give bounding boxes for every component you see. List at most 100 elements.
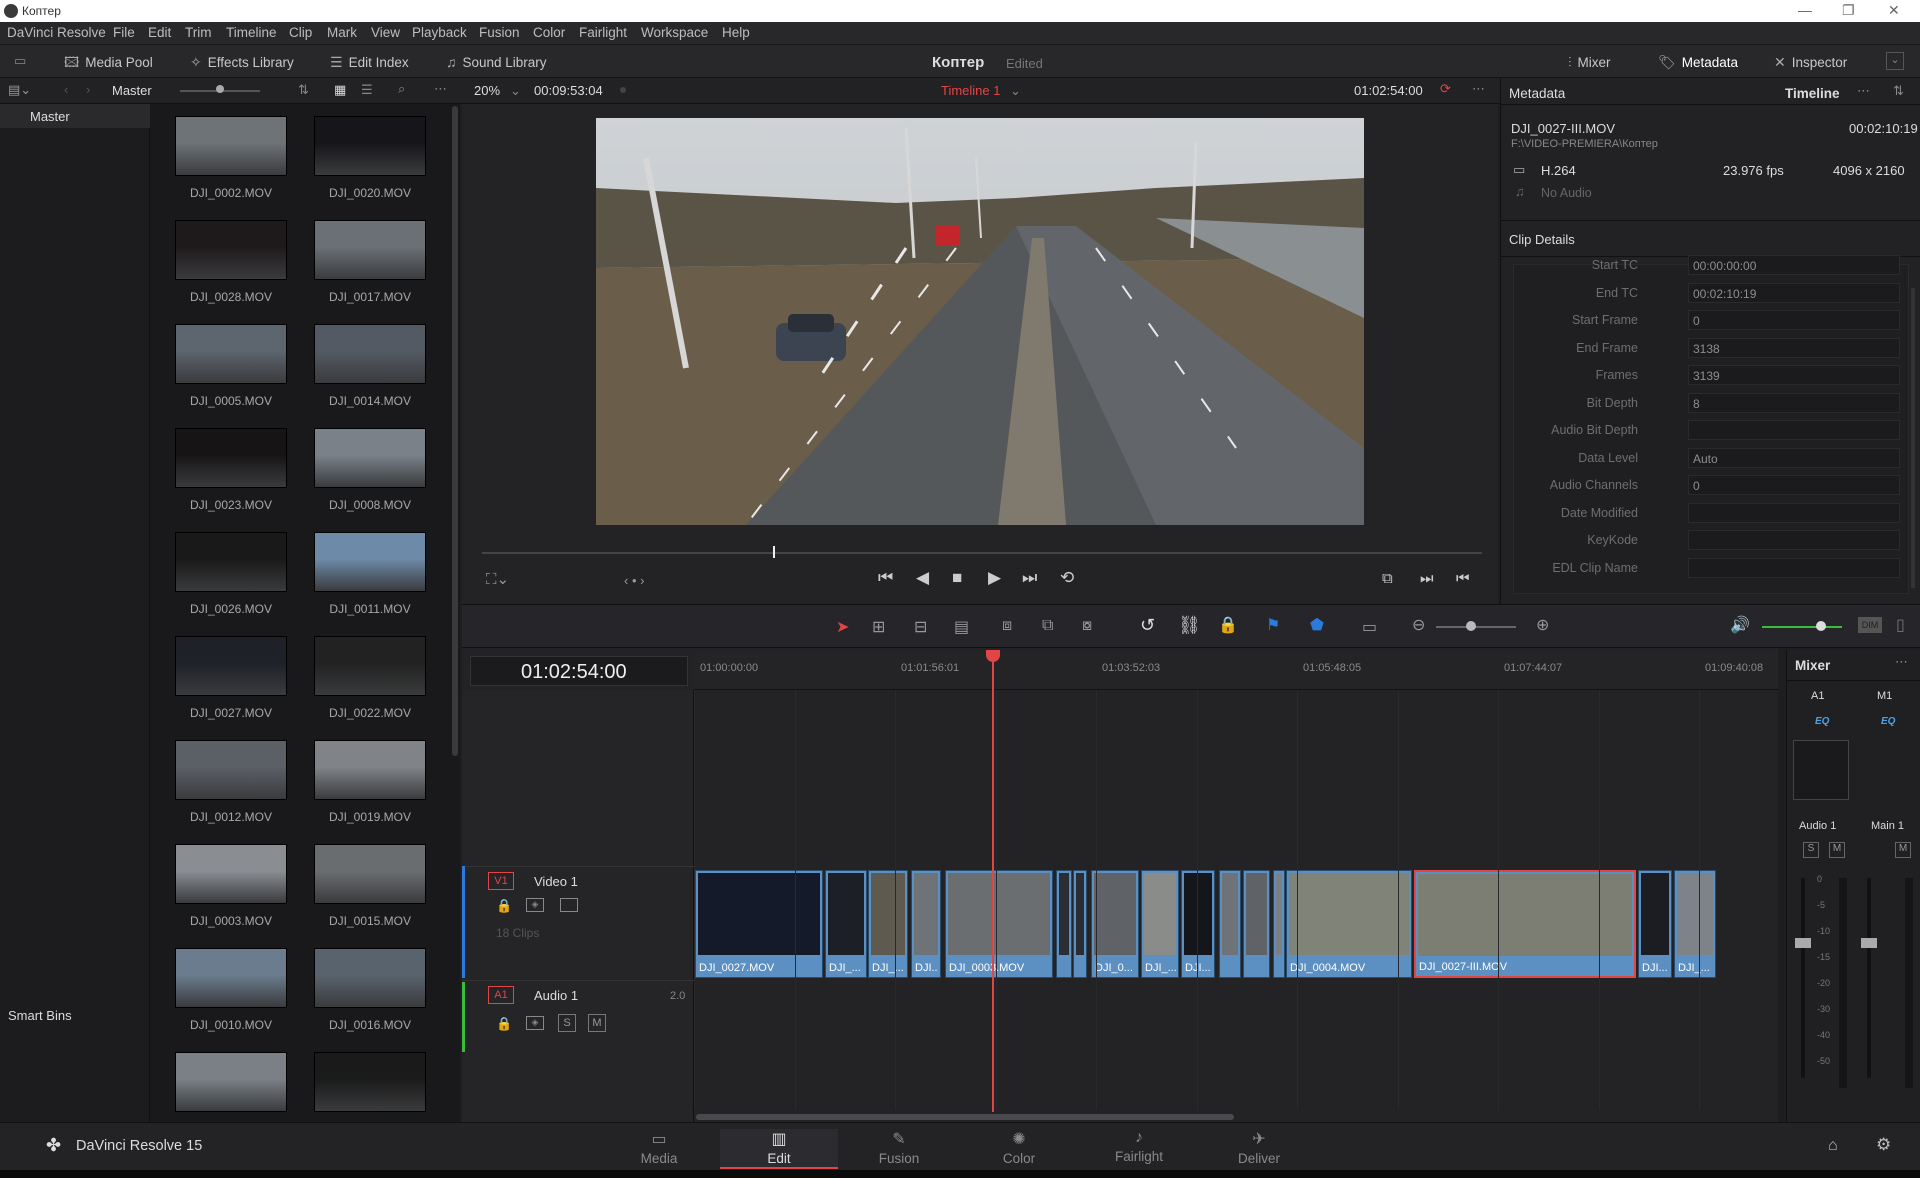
inspector-button[interactable]: ✕ Inspector bbox=[1774, 51, 1847, 73]
metadata-field-value[interactable]: 00:00:00:00 bbox=[1688, 255, 1900, 275]
timeline-clip[interactable]: DJI_... bbox=[825, 870, 867, 978]
timeline-selector[interactable]: Timeline 1 bbox=[941, 83, 1000, 98]
metadata-field-value[interactable]: 0 bbox=[1688, 310, 1900, 330]
effects-library-button[interactable]: ✧ Effects Library bbox=[190, 51, 294, 73]
timeline-clip[interactable]: DJI_... bbox=[1674, 870, 1716, 978]
mute-button[interactable]: M bbox=[588, 1014, 606, 1032]
timeline-clip[interactable]: DJI... bbox=[1638, 870, 1672, 978]
menu-view[interactable]: View bbox=[371, 25, 400, 40]
playhead-line[interactable] bbox=[992, 652, 994, 1112]
metadata-scrollbar[interactable] bbox=[1911, 288, 1915, 588]
track-visibility-icon[interactable] bbox=[560, 898, 578, 912]
timeline-clip[interactable] bbox=[1056, 870, 1072, 978]
clip-thumbnail[interactable] bbox=[175, 1052, 287, 1112]
menu-fairlight[interactable]: Fairlight bbox=[579, 25, 627, 40]
position-lock-icon[interactable]: 🔒 bbox=[1218, 615, 1238, 635]
pan-control[interactable] bbox=[1793, 740, 1849, 800]
metadata-field-value[interactable] bbox=[1688, 420, 1900, 440]
track-lock-icon[interactable]: 🔒 bbox=[496, 898, 512, 914]
panel-layout-icon[interactable]: ▤⌄ bbox=[8, 82, 31, 98]
dim-button[interactable]: DIM bbox=[1858, 617, 1882, 633]
clip-thumbnail[interactable] bbox=[314, 428, 426, 488]
next-edit-icon[interactable]: ⏭ bbox=[1420, 570, 1434, 587]
media-pool-scrollbar[interactable] bbox=[452, 106, 458, 756]
zoom-level[interactable]: 20% bbox=[474, 83, 500, 98]
prev-edit-icon[interactable]: ⏮ bbox=[1456, 570, 1470, 587]
jump-end-icon[interactable]: ⏭ bbox=[1022, 568, 1037, 588]
clip-thumbnail[interactable] bbox=[314, 220, 426, 280]
menu-help[interactable]: Help bbox=[722, 25, 750, 40]
clip-thumbnail[interactable] bbox=[314, 116, 426, 176]
auto-select-icon[interactable]: ◈ bbox=[526, 898, 544, 912]
timeline-clip[interactable] bbox=[1243, 870, 1270, 978]
menu-file[interactable]: File bbox=[113, 25, 135, 40]
edit-index-button[interactable]: ☰ Edit Index bbox=[330, 51, 409, 73]
clip-thumbnail[interactable] bbox=[314, 324, 426, 384]
timeline-scrollbar[interactable] bbox=[696, 1114, 1234, 1120]
metadata-field-value[interactable] bbox=[1688, 530, 1900, 550]
audio-auto-select-icon[interactable]: ◈ bbox=[526, 1016, 544, 1030]
eq-button-2[interactable]: EQ bbox=[1881, 716, 1895, 727]
clip-thumbnail[interactable] bbox=[175, 636, 287, 696]
meter-icon[interactable]: ▯ bbox=[1896, 615, 1905, 635]
jog-control-icon[interactable]: ‹ • › bbox=[624, 573, 644, 588]
timeline-ruler[interactable] bbox=[694, 650, 1778, 690]
snapping-icon[interactable]: ↺ bbox=[1140, 615, 1155, 636]
master-volume-handle[interactable] bbox=[1816, 621, 1826, 631]
menu-workspace[interactable]: Workspace bbox=[641, 25, 708, 40]
fader-1[interactable] bbox=[1795, 938, 1811, 948]
page-media[interactable]: ▭ Media bbox=[600, 1129, 718, 1169]
clip-thumbnail[interactable] bbox=[175, 740, 287, 800]
clip-thumbnail[interactable] bbox=[175, 948, 287, 1008]
timeline-clip[interactable]: DJI_0... bbox=[1091, 870, 1139, 978]
timeline-clip[interactable] bbox=[1219, 870, 1241, 978]
metadata-field-value[interactable]: 00:02:10:19 bbox=[1688, 282, 1900, 303]
sound-library-button[interactable]: ♫ Sound Library bbox=[446, 51, 547, 73]
insert-clip-icon[interactable]: ⧈ bbox=[1002, 617, 1012, 635]
timeline-clip[interactable]: DJI_0003.MOV bbox=[945, 870, 1053, 978]
video-track-name[interactable]: Video 1 bbox=[534, 874, 578, 889]
restore-icon[interactable]: ❐ bbox=[1842, 2, 1855, 19]
minimize-icon[interactable]: — bbox=[1798, 2, 1812, 18]
metadata-field-value[interactable]: 3139 bbox=[1688, 365, 1900, 385]
play-reverse-icon[interactable]: ◀ bbox=[916, 568, 929, 588]
menu-edit[interactable]: Edit bbox=[148, 25, 171, 40]
search-icon[interactable]: ⌕ bbox=[398, 81, 405, 97]
metadata-field-value[interactable]: 0 bbox=[1688, 475, 1900, 495]
timeline-clip[interactable]: DJI... bbox=[911, 870, 941, 978]
clip-thumbnail[interactable] bbox=[175, 844, 287, 904]
menu-playback[interactable]: Playback bbox=[412, 25, 467, 40]
a1-track-button[interactable]: A1 bbox=[488, 986, 514, 1004]
grid-view-icon[interactable]: ▦ bbox=[334, 82, 346, 98]
menu-mark[interactable]: Mark bbox=[327, 25, 357, 40]
list-view-icon[interactable]: ☰ bbox=[361, 82, 373, 98]
page-fusion[interactable]: ✎ Fusion bbox=[840, 1129, 958, 1169]
flag-icon[interactable]: ⚑ bbox=[1266, 615, 1280, 635]
v1-track-button[interactable]: V1 bbox=[488, 872, 514, 890]
timeline-clip[interactable]: DJI... bbox=[1181, 870, 1215, 978]
home-icon[interactable]: ⌂ bbox=[1828, 1137, 1838, 1155]
metadata-button[interactable]: 🏷 Metadata bbox=[1658, 51, 1738, 73]
mixer-button[interactable]: ⫶ Mixer bbox=[1568, 51, 1611, 73]
timeline-zoom-handle[interactable] bbox=[1466, 621, 1476, 631]
clip-thumbnail[interactable] bbox=[314, 1052, 426, 1112]
timeline-chevron-icon[interactable]: ⌄ bbox=[1010, 83, 1021, 99]
zoom-chevron-icon[interactable]: ⌄ bbox=[510, 83, 521, 99]
page-edit[interactable]: ▥ Edit bbox=[720, 1129, 838, 1169]
mixer-mute-button[interactable]: M bbox=[1829, 842, 1845, 858]
metadata-field-value[interactable] bbox=[1688, 557, 1900, 578]
main-mute-button[interactable]: M bbox=[1895, 842, 1911, 858]
sync-icon[interactable]: ⟳ bbox=[1440, 81, 1451, 97]
timeline-clip[interactable]: DJI_... bbox=[868, 870, 908, 978]
metadata-field-value[interactable]: Auto bbox=[1688, 447, 1900, 468]
monitor-icon[interactable]: ▭ bbox=[14, 53, 26, 69]
metadata-field-value[interactable]: 3138 bbox=[1688, 337, 1900, 358]
match-frame-icon[interactable]: ⧉ bbox=[1382, 570, 1393, 587]
trim-tool-icon[interactable]: ⊞ bbox=[872, 617, 885, 637]
timeline-clip[interactable]: DJI_0027.MOV bbox=[695, 870, 823, 978]
close-icon[interactable]: ✕ bbox=[1888, 2, 1900, 19]
zoom-out-icon[interactable]: ⊖ bbox=[1412, 615, 1425, 635]
mixer-options-icon[interactable]: ⋯ bbox=[1895, 654, 1908, 670]
clip-thumbnail[interactable] bbox=[175, 220, 287, 280]
clip-thumbnail[interactable] bbox=[175, 428, 287, 488]
